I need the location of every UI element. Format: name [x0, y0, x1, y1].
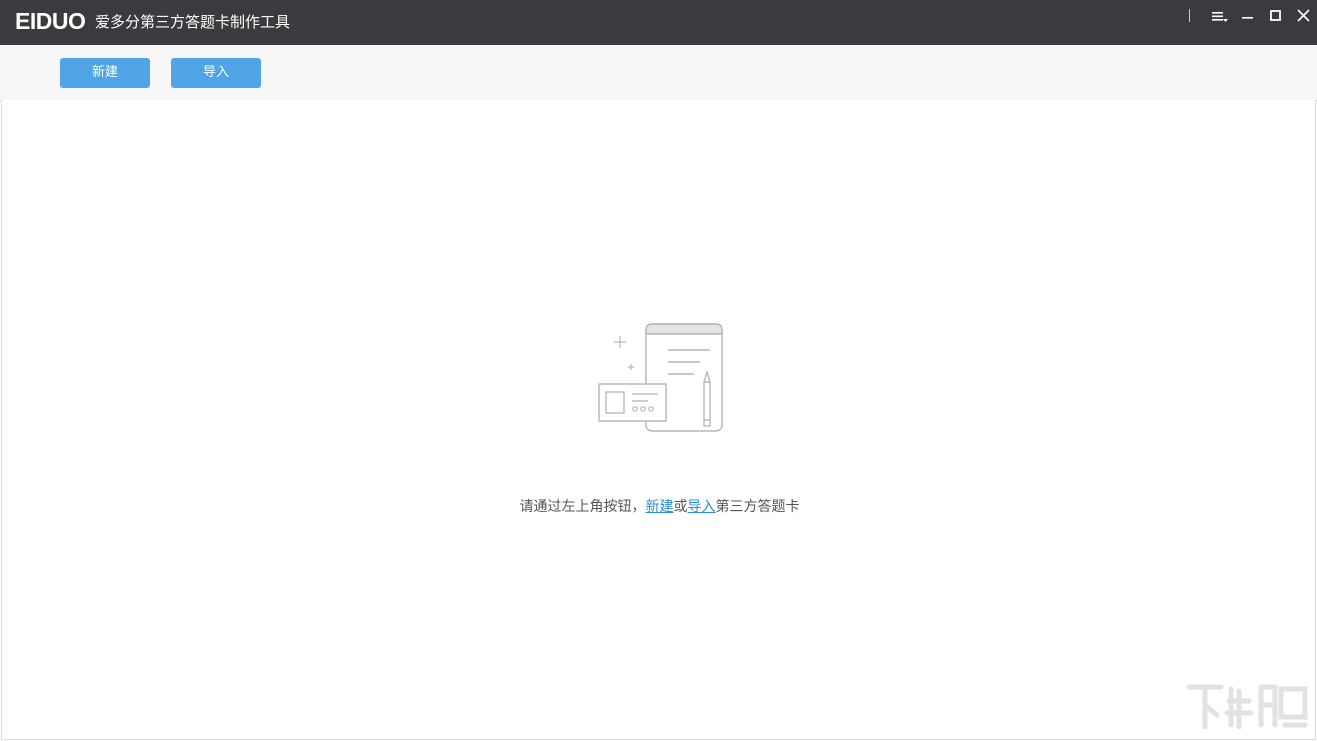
new-button[interactable]: 新建 — [60, 58, 150, 88]
menu-icon[interactable] — [1208, 6, 1232, 28]
app-logo: EIDUO — [15, 8, 86, 34]
main-content: 请通过左上角按钮，新建或导入第三方答题卡 — [1, 100, 1316, 740]
window-title: 爱多分第三方答题卡制作工具 — [95, 13, 291, 31]
empty-hint: 请通过左上角按钮，新建或导入第三方答题卡 — [2, 496, 1317, 518]
hint-or: 或 — [673, 499, 688, 515]
import-button[interactable]: 导入 — [171, 58, 261, 88]
maximize-icon[interactable] — [1266, 6, 1286, 28]
hint-suffix: 第三方答题卡 — [715, 499, 800, 515]
hint-prefix: 请通过左上角按钮， — [519, 499, 646, 515]
toolbar: 新建 导入 — [0, 45, 1317, 101]
titlebar-separator — [1189, 9, 1190, 22]
watermark-logo-icon — [1186, 684, 1308, 730]
new-link[interactable]: 新建 — [646, 499, 674, 515]
import-link[interactable]: 导入 — [688, 499, 716, 515]
answer-card-illustration-icon — [598, 323, 723, 432]
close-icon[interactable] — [1294, 6, 1314, 28]
minimize-icon[interactable] — [1238, 6, 1258, 28]
title-bar: EIDUO 爱多分第三方答题卡制作工具 — [0, 0, 1317, 45]
